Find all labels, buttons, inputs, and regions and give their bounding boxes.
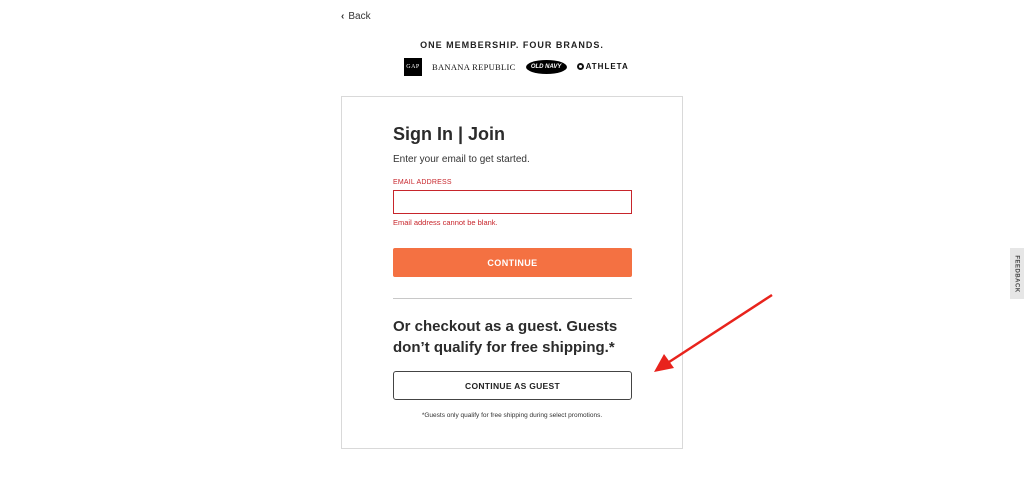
annotation-arrow-head (654, 354, 674, 372)
signin-subtitle: Enter your email to get started. (393, 154, 530, 165)
athleta-wordmark: ATHLETA (585, 62, 629, 71)
guest-heading: Or checkout as a guest. Guests don’t qua… (393, 318, 618, 356)
banana-republic-logo: BANANA REPUBLIC (432, 61, 516, 72)
back-label: Back (348, 11, 371, 22)
feedback-tab[interactable]: FEEDBACK (1010, 248, 1024, 299)
continue-button[interactable]: CONTINUE (393, 248, 632, 277)
feedback-label: FEEDBACK (1014, 254, 1020, 293)
athleta-logo: ATHLETA (576, 62, 629, 71)
athleta-mark-icon (576, 63, 584, 70)
page-title: Sign In | Join (393, 124, 506, 144)
section-divider (393, 298, 632, 299)
guest-shipping-note: *Guests only qualify for free shipping d… (421, 412, 603, 419)
continue-as-guest-button[interactable]: CONTINUE AS GUEST (393, 371, 632, 400)
signin-card: Sign In | Join Enter your email to get s… (341, 96, 683, 449)
gap-logo: GAP (404, 57, 422, 76)
email-field[interactable] (393, 190, 632, 214)
back-link[interactable]: ‹ Back (341, 11, 371, 22)
old-navy-logo: OLD NAVY (525, 59, 567, 74)
chevron-left-icon: ‹ (341, 10, 345, 22)
annotation-arrow-shaft (665, 293, 773, 366)
brand-logos: GAP BANANA REPUBLIC OLD NAVY ATHLETA (404, 57, 629, 76)
annotation-arrow-icon (654, 293, 773, 372)
email-label: EMAIL ADDRESS (393, 179, 452, 186)
membership-tagline: ONE MEMBERSHIP. FOUR BRANDS. (420, 40, 604, 50)
email-error-message: Email address cannot be blank. (393, 218, 498, 227)
